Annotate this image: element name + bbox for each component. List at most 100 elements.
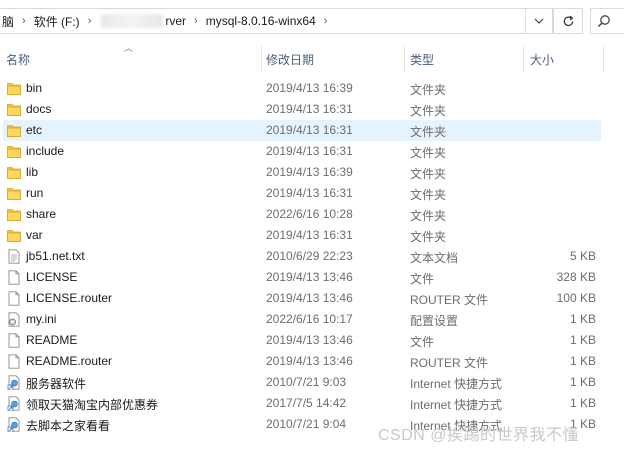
- file-date: 2019/4/13 16:39: [266, 165, 353, 179]
- file-type: ROUTER 文件: [410, 293, 489, 307]
- column-divider[interactable]: [404, 46, 405, 72]
- file-row[interactable]: var 2019/4/13 16:31 文件夹: [0, 225, 624, 246]
- folder-icon: [7, 165, 21, 180]
- file-type: 文件夹: [410, 230, 447, 244]
- folder-icon: [7, 102, 21, 117]
- file-row[interactable]: README.router 2019/4/13 13:46 ROUTER 文件 1 K…: [0, 351, 624, 372]
- file-row[interactable]: my.ini 2022/6/16 10:17 配置设置 1 KB: [0, 309, 624, 330]
- file-row[interactable]: 领取天猫淘宝内部优惠券 2017/7/5 14:42 Internet 快捷方式 1 …: [0, 393, 624, 414]
- file-date: 2019/4/13 16:31: [266, 228, 353, 242]
- file-row[interactable]: run 2019/4/13 16:31 文件夹: [0, 183, 624, 204]
- address-bar[interactable]: 脑 › 软件 (F:) › rver › mysql-8.0.16-winx64…: [0, 8, 553, 34]
- file-name: LICENSE: [26, 270, 78, 284]
- column-divider[interactable]: [523, 46, 524, 72]
- file-name: share: [26, 207, 57, 221]
- breadcrumb: 脑 › 软件 (F:) › rver › mysql-8.0.16-winx64…: [0, 9, 333, 33]
- column-date[interactable]: 修改日期: [266, 44, 404, 74]
- file-type: Internet 快捷方式: [410, 398, 503, 412]
- search-icon: [597, 15, 610, 28]
- file-date: 2019/4/13 13:46: [266, 333, 353, 347]
- file-date: 2017/7/5 14:42: [266, 396, 347, 410]
- file-type: 文件: [410, 272, 435, 286]
- file-name: docs: [26, 102, 52, 116]
- file-type: 配置设置: [410, 314, 459, 328]
- text-file-icon: [7, 249, 21, 264]
- file-type: 文件夹: [410, 188, 447, 202]
- file-type: 文件夹: [410, 125, 447, 139]
- chevron-right-icon[interactable]: ›: [188, 15, 204, 27]
- file-name: etc: [26, 123, 43, 137]
- file-name: 服务器软件: [26, 377, 87, 391]
- file-date: 2010/7/21 9:04: [266, 417, 347, 431]
- chevron-right-icon[interactable]: ›: [318, 15, 334, 27]
- settings-file-icon: [7, 312, 21, 327]
- file-type: 文件: [410, 335, 435, 349]
- file-type: 文件夹: [410, 146, 447, 160]
- file-type: 文件夹: [410, 83, 447, 97]
- file-type: 文件夹: [410, 209, 447, 223]
- column-size[interactable]: 大小: [530, 44, 602, 74]
- file-row[interactable]: LICENSE 2019/4/13 13:46 文件 328 KB: [0, 267, 624, 288]
- refresh-button[interactable]: [553, 8, 583, 34]
- column-name[interactable]: 名称: [6, 44, 261, 74]
- shortcut-icon: [7, 396, 21, 412]
- file-name: var: [26, 228, 43, 242]
- refresh-icon: [563, 15, 573, 26]
- file-date: 2022/6/16 10:17: [266, 312, 353, 326]
- file-row[interactable]: etc 2019/4/13 16:31 文件夹: [0, 120, 624, 141]
- breadcrumb-item-server[interactable]: rver: [163, 14, 188, 28]
- column-size-label: 大小: [530, 52, 555, 67]
- file-row[interactable]: bin 2019/4/13 16:39 文件夹: [0, 78, 624, 99]
- file-icon: [7, 333, 21, 348]
- search-box[interactable]: [590, 8, 624, 34]
- file-row[interactable]: share 2022/6/16 10:28 文件夹: [0, 204, 624, 225]
- file-icon: [7, 270, 21, 285]
- file-row[interactable]: README 2019/4/13 13:46 文件 1 KB: [0, 330, 624, 351]
- file-row[interactable]: jb51.net.txt 2010/6/29 22:23 文本文档 5 KB: [0, 246, 624, 267]
- chevron-right-icon[interactable]: ›: [16, 15, 32, 27]
- file-date: 2019/4/13 16:31: [266, 123, 353, 137]
- shortcut-icon: [7, 375, 21, 391]
- file-row[interactable]: lib 2019/4/13 16:39 文件夹: [0, 162, 624, 183]
- column-divider[interactable]: [261, 46, 262, 72]
- folder-icon: [7, 81, 21, 96]
- address-bar-row: 脑 › 软件 (F:) › rver › mysql-8.0.16-winx64…: [0, 0, 624, 42]
- address-dropdown-button[interactable]: [525, 9, 552, 33]
- file-name: run: [26, 186, 44, 200]
- file-type: Internet 快捷方式: [410, 377, 503, 391]
- file-name: README: [26, 333, 78, 347]
- file-row[interactable]: include 2019/4/13 16:31 文件夹: [0, 141, 624, 162]
- file-date: 2019/4/13 13:46: [266, 354, 353, 368]
- folder-icon: [7, 186, 21, 201]
- folder-icon: [7, 207, 21, 222]
- file-list: bin 2019/4/13 16:39 文件夹 docs 2019/4/13 16:31…: [0, 78, 624, 435]
- redacted-breadcrumb: [101, 14, 164, 28]
- column-type[interactable]: 类型: [410, 44, 522, 74]
- file-size: 1 KB: [569, 354, 596, 368]
- file-icon: [7, 354, 21, 369]
- file-name: README.router: [26, 354, 113, 368]
- file-size: 1 KB: [569, 333, 596, 347]
- column-name-label: 名称: [6, 52, 31, 67]
- file-date: 2010/7/21 9:03: [266, 375, 347, 389]
- file-name: bin: [26, 81, 43, 95]
- file-row[interactable]: docs 2019/4/13 16:31 文件夹: [0, 99, 624, 120]
- watermark: CSDN @挨踢的世界我不懂: [378, 427, 580, 444]
- chevron-right-icon[interactable]: ›: [82, 15, 98, 27]
- file-type: 文件夹: [410, 104, 447, 118]
- file-row[interactable]: 服务器软件 2010/7/21 9:03 Internet 快捷方式 1 KB: [0, 372, 624, 393]
- file-date: 2019/4/13 16:31: [266, 102, 353, 116]
- file-date: 2019/4/13 13:46: [266, 291, 353, 305]
- folder-icon: [7, 123, 21, 138]
- column-type-label: 类型: [410, 52, 435, 67]
- file-icon: [7, 291, 21, 306]
- file-name: 去脚本之家看看: [26, 419, 111, 433]
- folder-icon: [7, 144, 21, 159]
- breadcrumb-item-computer[interactable]: 脑: [0, 13, 16, 30]
- file-type: 文件夹: [410, 167, 447, 181]
- column-divider[interactable]: [603, 46, 604, 72]
- breadcrumb-item-current[interactable]: mysql-8.0.16-winx64: [204, 14, 318, 28]
- breadcrumb-item-drive[interactable]: 软件 (F:): [32, 13, 82, 30]
- file-type: 文本文档: [410, 251, 459, 265]
- file-row[interactable]: LICENSE.router 2019/4/13 13:46 ROUTER 文件 10…: [0, 288, 624, 309]
